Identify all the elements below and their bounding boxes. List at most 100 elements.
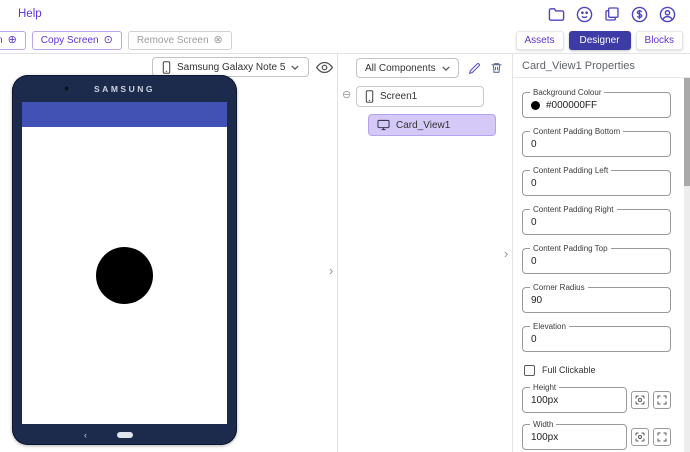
field-label: Background Colour (530, 88, 604, 97)
viewer-panel: Samsung Galaxy Note 5 SAMSUNG ‹ (0, 54, 338, 452)
designer-button[interactable]: Designer (569, 31, 631, 50)
screen-content (22, 127, 227, 424)
full-clickable-checkbox[interactable] (524, 365, 535, 376)
corner-radius-input[interactable] (531, 295, 662, 306)
tree-node-screen1[interactable]: Screen1 (356, 86, 484, 107)
field-content-padding-right: Content Padding Right (522, 209, 671, 235)
copy-circle-icon: ⊙ (104, 35, 113, 46)
home-key (117, 432, 133, 438)
components-filter-label: All Components (365, 63, 436, 74)
field-background-colour: Background Colour #000000FF (522, 92, 671, 118)
field-label: Content Padding Left (530, 166, 611, 175)
account-icon[interactable] (659, 6, 676, 23)
device-selector[interactable]: Samsung Galaxy Note 5 (152, 57, 309, 77)
expand-icon (656, 394, 668, 406)
background-colour-picker[interactable]: #000000FF (531, 100, 597, 111)
field-label: Content Padding Right (530, 205, 617, 214)
tree-node-label: Screen1 (380, 91, 417, 102)
screen-toolbar: n ⊕ Copy Screen ⊙ Remove Screen ⊗ Assets… (0, 28, 690, 54)
top-bar: Help (0, 0, 690, 28)
tree-header: All Components (356, 57, 512, 79)
field-label: Content Padding Bottom (530, 127, 623, 136)
color-swatch (531, 101, 540, 110)
field-width: Width (522, 424, 627, 450)
height-fill-parent-button[interactable] (653, 391, 671, 409)
remove-screen-label: Remove Screen (137, 35, 209, 46)
tree-node-cardview-row: Card_View1 (356, 114, 512, 136)
field-height-row: Height (522, 387, 671, 413)
properties-list: Background Colour #000000FF Content Padd… (513, 79, 684, 452)
device-selector-label: Samsung Galaxy Note 5 (177, 62, 285, 73)
help-link[interactable]: Help (18, 8, 42, 20)
field-label: Height (530, 383, 559, 392)
field-width-row: Width (522, 424, 671, 450)
assets-button[interactable]: Assets (516, 31, 564, 50)
content-padding-right-input[interactable] (531, 217, 662, 228)
component-tree-panel: All Components ⊖ Screen1 Card_View1 (338, 54, 513, 452)
height-automatic-button[interactable] (631, 391, 649, 409)
copy-screen-button[interactable]: Copy Screen ⊙ (32, 31, 122, 50)
screen-actions: n ⊕ Copy Screen ⊙ Remove Screen ⊗ (0, 31, 232, 50)
phone-screen-preview (22, 102, 227, 424)
field-label: Width (530, 420, 556, 429)
field-elevation: Elevation (522, 326, 671, 352)
field-label: Content Padding Top (530, 244, 611, 253)
collapse-node-icon[interactable]: ⊖ (342, 90, 351, 101)
add-circle-icon: ⊕ (8, 35, 17, 46)
support-icon[interactable] (576, 6, 593, 23)
blocks-button[interactable]: Blocks (636, 31, 683, 50)
screen-titlebar (22, 102, 227, 127)
center-focus-icon (634, 394, 646, 406)
elevation-input[interactable] (531, 334, 662, 345)
view-switcher: Assets Designer Blocks (516, 31, 684, 50)
content-padding-top-input[interactable] (531, 256, 662, 267)
properties-panel: Card_View1 Properties Background Colour … (513, 54, 690, 452)
center-focus-icon (634, 431, 646, 443)
chevron-down-icon (442, 66, 450, 71)
field-content-padding-top: Content Padding Top (522, 248, 671, 274)
delete-trash-icon[interactable] (490, 61, 503, 75)
color-value: #000000FF (546, 100, 597, 111)
add-screen-label-fragment: n (0, 35, 3, 46)
field-label: Corner Radius (530, 283, 588, 292)
tree-node-label: Card_View1 (396, 120, 450, 131)
tree-node-screen1-row: ⊖ Screen1 (356, 86, 512, 107)
full-clickable-label: Full Clickable (542, 365, 596, 375)
phone-icon (365, 90, 374, 103)
expand-icon (656, 431, 668, 443)
field-full-clickable: Full Clickable (524, 364, 671, 376)
remove-screen-button[interactable]: Remove Screen ⊗ (128, 31, 232, 50)
content-padding-left-input[interactable] (531, 178, 662, 189)
remove-circle-icon: ⊗ (214, 35, 223, 46)
width-automatic-button[interactable] (631, 428, 649, 446)
phone-icon (162, 61, 171, 74)
field-corner-radius: Corner Radius (522, 287, 671, 313)
components-filter-dropdown[interactable]: All Components (356, 58, 459, 78)
field-content-padding-left: Content Padding Left (522, 170, 671, 196)
add-screen-button-partial[interactable]: n ⊕ (0, 31, 26, 50)
main-area: Samsung Galaxy Note 5 SAMSUNG ‹ › › (0, 54, 690, 452)
properties-scrollbar[interactable] (684, 78, 690, 452)
field-height: Height (522, 387, 627, 413)
field-content-padding-bottom: Content Padding Bottom (522, 131, 671, 157)
height-input[interactable] (531, 395, 618, 406)
viewer-collapse-handle[interactable]: › (329, 264, 333, 277)
cardview-icon (377, 119, 390, 131)
back-key-icon: ‹ (84, 430, 87, 440)
properties-title: Card_View1 Properties (513, 54, 690, 78)
width-input[interactable] (531, 432, 618, 443)
scrollbar-thumb[interactable] (684, 78, 690, 186)
eye-icon[interactable] (316, 61, 333, 74)
chevron-down-icon (291, 65, 299, 70)
width-fill-parent-button[interactable] (653, 428, 671, 446)
folder-icon[interactable] (548, 7, 565, 22)
templates-icon[interactable] (604, 6, 620, 22)
phone-brand-label: SAMSUNG (12, 84, 237, 94)
top-icon-group (548, 6, 676, 23)
copy-screen-label: Copy Screen (41, 35, 99, 46)
content-padding-bottom-input[interactable] (531, 139, 662, 150)
tree-node-cardview[interactable]: Card_View1 (368, 114, 496, 136)
cardview-preview[interactable] (96, 247, 153, 304)
monetization-icon[interactable] (631, 6, 648, 23)
rename-pencil-icon[interactable] (468, 62, 481, 75)
